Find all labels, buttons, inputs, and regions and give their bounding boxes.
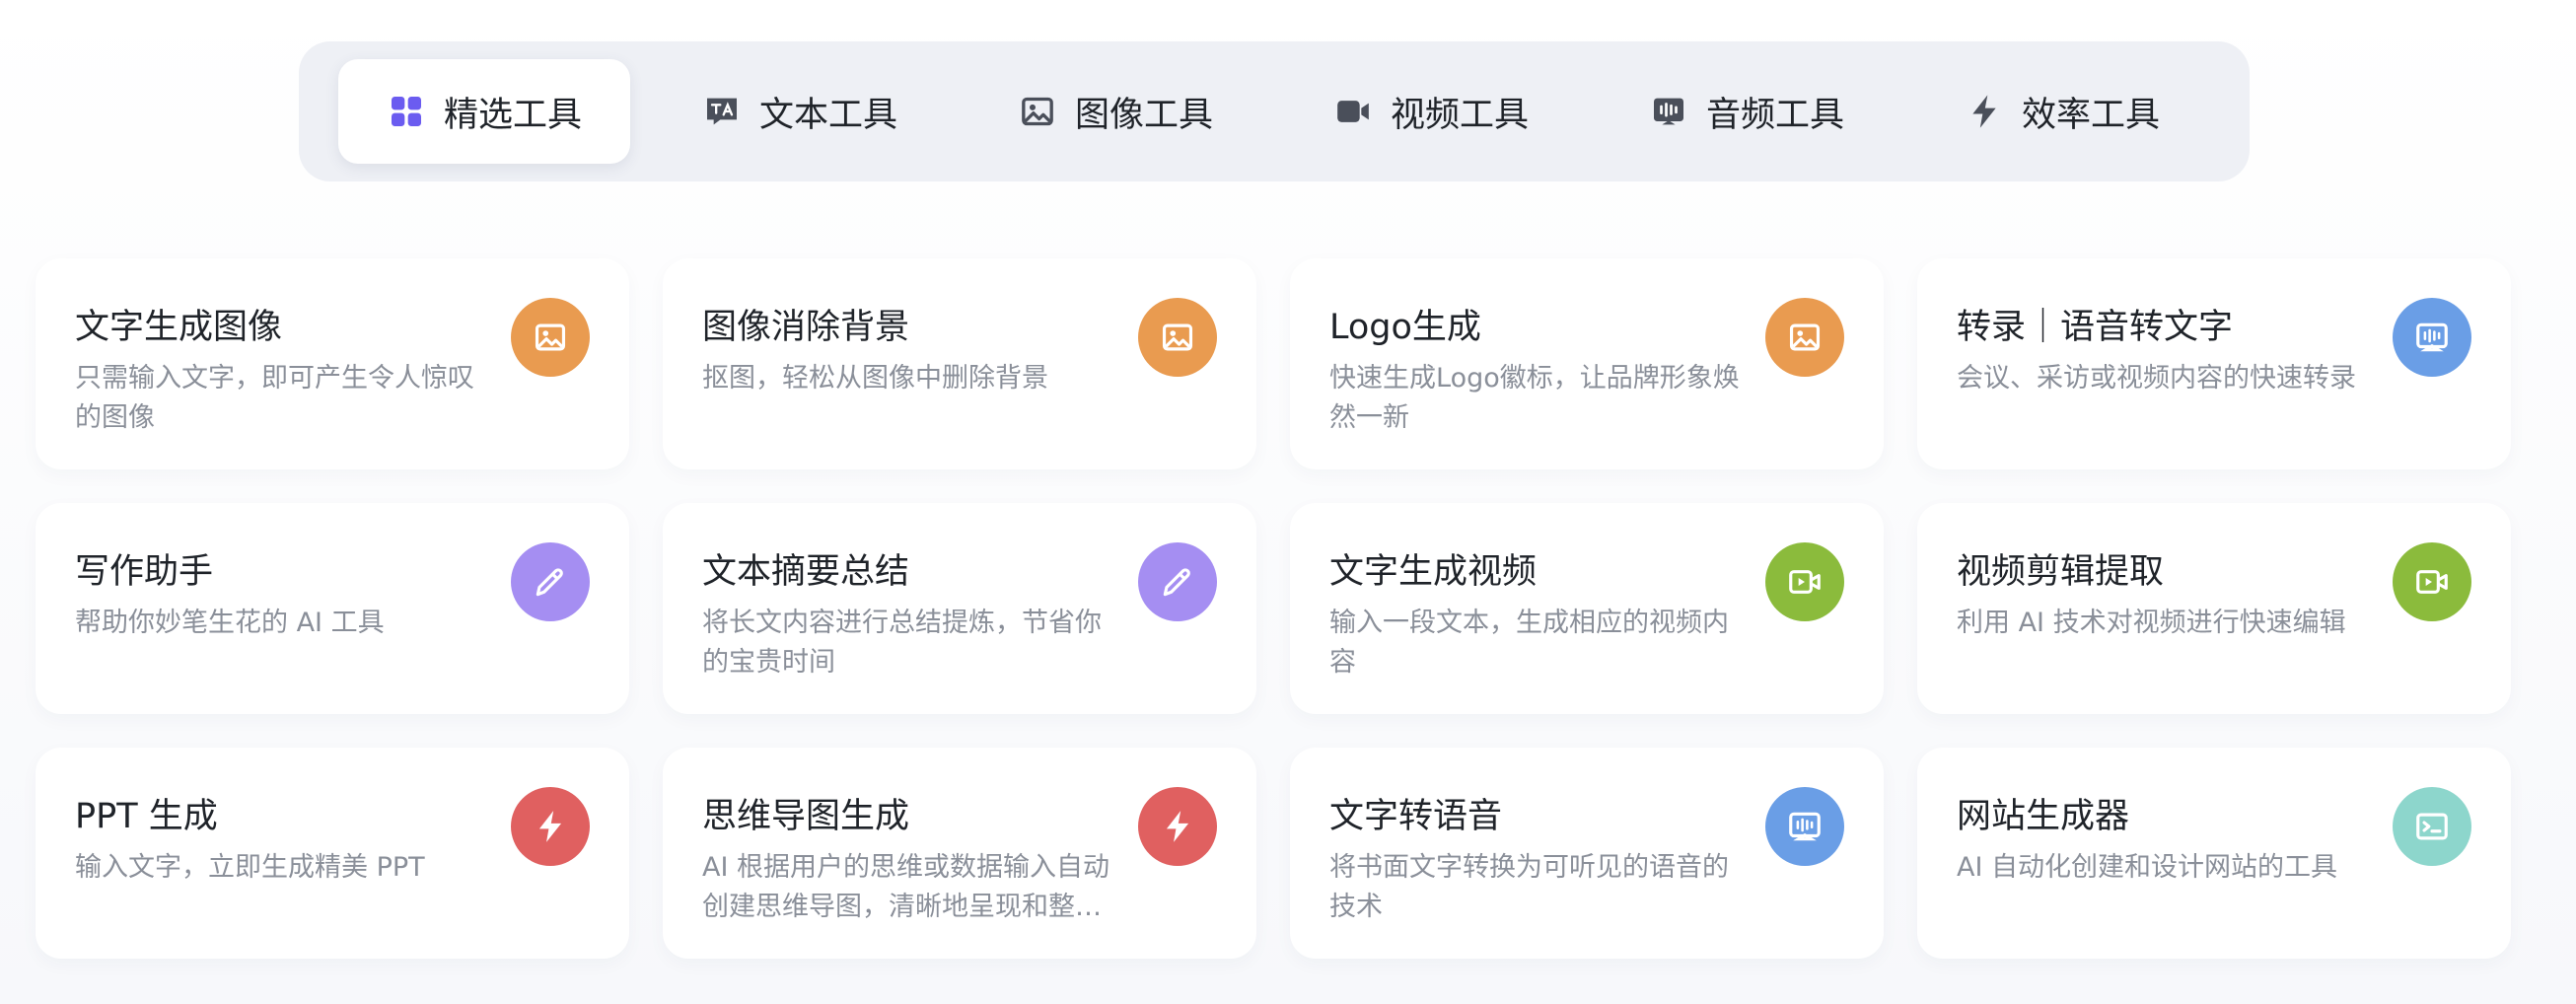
card-description: 输入文字，立即生成精美 PPT	[75, 852, 425, 883]
lightning-icon	[511, 787, 590, 866]
audio-wave-icon	[2393, 298, 2471, 377]
tab-image-tools[interactable]: 图像工具	[969, 59, 1261, 164]
video-icon	[2393, 542, 2471, 621]
tab-label: 文本工具	[758, 95, 897, 135]
video-camera-icon	[1333, 92, 1373, 131]
tool-card-video-editing[interactable]: 视频剪辑提取 利用 AI 技术对视频进行快速编辑	[1917, 503, 2511, 714]
card-description: 将书面文字转换为可听见的语音的技术	[1329, 852, 1729, 922]
card-description: 会议、采访或视频内容的快速转录	[1957, 363, 2356, 394]
tool-card-ppt-generator[interactable]: PPT 生成 输入文字，立即生成精美 PPT	[36, 748, 629, 959]
audio-wave-icon	[1649, 92, 1688, 131]
tab-label: 图像工具	[1074, 95, 1213, 135]
tool-card-text-to-speech[interactable]: 文字转语音 将书面文字转换为可听见的语音的技术	[1290, 748, 1884, 959]
category-tabs: 精选工具 文本工具 图像工具 视频工具 音频工具 效率工具	[299, 41, 2250, 181]
card-description: AI 根据用户的思维或数据输入自动创建思维导图，清晰地呈现和整理信息	[702, 852, 1110, 922]
video-icon	[1765, 542, 1844, 621]
card-description: 利用 AI 技术对视频进行快速编辑	[1957, 608, 2346, 638]
card-description: 只需输入文字，即可产生令人惊叹的图像	[75, 363, 474, 433]
tab-text-tools[interactable]: 文本工具	[654, 59, 946, 164]
tool-card-writing-assistant[interactable]: 写作助手 帮助你妙笔生花的 AI 工具	[36, 503, 629, 714]
card-description: AI 自动化创建和设计网站的工具	[1957, 852, 2338, 883]
image-icon	[1138, 298, 1217, 377]
card-description: 抠图，轻松从图像中删除背景	[702, 363, 1048, 394]
card-description: 快速生成Logo徽标，让品牌形象焕然一新	[1329, 363, 1740, 433]
lightning-icon	[1138, 787, 1217, 866]
tab-productivity-tools[interactable]: 效率工具	[1916, 59, 2208, 164]
card-description: 输入一段文本，生成相应的视频内容	[1329, 608, 1729, 678]
tool-card-remove-background[interactable]: 图像消除背景 抠图，轻松从图像中删除背景	[663, 258, 1256, 469]
card-description: 帮助你妙笔生花的 AI 工具	[75, 608, 385, 638]
tab-label: 效率工具	[2021, 95, 2160, 135]
tool-card-logo-generator[interactable]: Logo生成 快速生成Logo徽标，让品牌形象焕然一新	[1290, 258, 1884, 469]
tab-label: 音频工具	[1705, 95, 1844, 135]
tool-card-transcription[interactable]: 转录｜语音转文字 会议、采访或视频内容的快速转录	[1917, 258, 2511, 469]
card-description: 将长文内容进行总结提炼，节省你的宝贵时间	[702, 608, 1102, 678]
image-icon	[1018, 92, 1057, 131]
tab-video-tools[interactable]: 视频工具	[1285, 59, 1577, 164]
lightning-icon	[1965, 92, 2004, 131]
tool-card-grid: 文字生成图像 只需输入文字，即可产生令人惊叹的图像 图像消除背景 抠图，轻松从图…	[36, 258, 2513, 959]
tool-card-mind-map[interactable]: 思维导图生成 AI 根据用户的思维或数据输入自动创建思维导图，清晰地呈现和整理信…	[663, 748, 1256, 959]
terminal-icon	[2393, 787, 2471, 866]
tab-label: 视频工具	[1390, 95, 1529, 135]
tool-card-text-summary[interactable]: 文本摘要总结 将长文内容进行总结提炼，节省你的宝贵时间	[663, 503, 1256, 714]
pencil-icon	[1138, 542, 1217, 621]
tools-page: 精选工具 文本工具 图像工具 视频工具 音频工具 效率工具 文字生成图像 只需输…	[0, 0, 2576, 1004]
text-translate-icon	[702, 92, 742, 131]
tool-card-website-builder[interactable]: 网站生成器 AI 自动化创建和设计网站的工具	[1917, 748, 2511, 959]
image-icon	[1765, 298, 1844, 377]
tab-featured[interactable]: 精选工具	[338, 59, 630, 164]
tool-card-text-to-video[interactable]: 文字生成视频 输入一段文本，生成相应的视频内容	[1290, 503, 1884, 714]
tool-card-text-to-image[interactable]: 文字生成图像 只需输入文字，即可产生令人惊叹的图像	[36, 258, 629, 469]
grid-icon	[387, 92, 426, 131]
pencil-icon	[511, 542, 590, 621]
image-icon	[511, 298, 590, 377]
audio-wave-icon	[1765, 787, 1844, 866]
tab-label: 精选工具	[443, 95, 582, 135]
tab-audio-tools[interactable]: 音频工具	[1601, 59, 1893, 164]
